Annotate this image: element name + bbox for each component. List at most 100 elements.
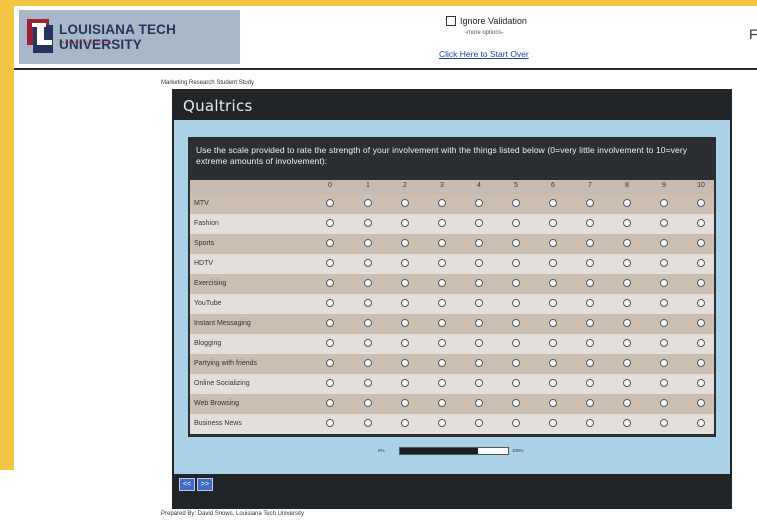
radio-option[interactable] xyxy=(512,219,520,227)
radio-option[interactable] xyxy=(586,219,594,227)
radio-option[interactable] xyxy=(623,359,631,367)
radio-option[interactable] xyxy=(660,279,668,287)
radio-option[interactable] xyxy=(623,239,631,247)
back-button[interactable]: << xyxy=(179,478,195,491)
radio-option[interactable] xyxy=(475,359,483,367)
radio-option[interactable] xyxy=(364,279,372,287)
radio-option[interactable] xyxy=(549,299,557,307)
radio-option[interactable] xyxy=(326,399,334,407)
radio-option[interactable] xyxy=(697,379,705,387)
radio-option[interactable] xyxy=(401,419,409,427)
radio-option[interactable] xyxy=(401,199,409,207)
radio-option[interactable] xyxy=(475,259,483,267)
radio-option[interactable] xyxy=(512,359,520,367)
radio-option[interactable] xyxy=(549,259,557,267)
radio-option[interactable] xyxy=(586,359,594,367)
radio-option[interactable] xyxy=(438,299,446,307)
radio-option[interactable] xyxy=(438,399,446,407)
radio-option[interactable] xyxy=(549,239,557,247)
radio-option[interactable] xyxy=(549,399,557,407)
radio-option[interactable] xyxy=(697,339,705,347)
radio-option[interactable] xyxy=(586,199,594,207)
radio-option[interactable] xyxy=(401,279,409,287)
radio-option[interactable] xyxy=(401,379,409,387)
radio-option[interactable] xyxy=(512,259,520,267)
ignore-validation-checkbox[interactable] xyxy=(446,16,456,26)
radio-option[interactable] xyxy=(660,359,668,367)
radio-option[interactable] xyxy=(438,339,446,347)
radio-option[interactable] xyxy=(512,399,520,407)
radio-option[interactable] xyxy=(438,319,446,327)
radio-option[interactable] xyxy=(697,199,705,207)
radio-option[interactable] xyxy=(364,359,372,367)
radio-option[interactable] xyxy=(549,419,557,427)
radio-option[interactable] xyxy=(438,379,446,387)
radio-option[interactable] xyxy=(475,379,483,387)
radio-option[interactable] xyxy=(623,399,631,407)
radio-option[interactable] xyxy=(586,399,594,407)
radio-option[interactable] xyxy=(438,419,446,427)
radio-option[interactable] xyxy=(549,199,557,207)
radio-option[interactable] xyxy=(326,199,334,207)
radio-option[interactable] xyxy=(512,299,520,307)
radio-option[interactable] xyxy=(438,239,446,247)
radio-option[interactable] xyxy=(623,279,631,287)
radio-option[interactable] xyxy=(660,219,668,227)
radio-option[interactable] xyxy=(623,219,631,227)
radio-option[interactable] xyxy=(364,319,372,327)
radio-option[interactable] xyxy=(364,399,372,407)
radio-option[interactable] xyxy=(326,279,334,287)
radio-option[interactable] xyxy=(401,239,409,247)
radio-option[interactable] xyxy=(401,359,409,367)
radio-option[interactable] xyxy=(623,379,631,387)
radio-option[interactable] xyxy=(475,339,483,347)
radio-option[interactable] xyxy=(438,359,446,367)
radio-option[interactable] xyxy=(697,319,705,327)
radio-option[interactable] xyxy=(475,399,483,407)
radio-option[interactable] xyxy=(326,379,334,387)
radio-option[interactable] xyxy=(660,259,668,267)
radio-option[interactable] xyxy=(364,299,372,307)
radio-option[interactable] xyxy=(660,239,668,247)
radio-option[interactable] xyxy=(326,259,334,267)
radio-option[interactable] xyxy=(326,239,334,247)
radio-option[interactable] xyxy=(475,219,483,227)
radio-option[interactable] xyxy=(660,339,668,347)
radio-option[interactable] xyxy=(549,219,557,227)
radio-option[interactable] xyxy=(401,319,409,327)
radio-option[interactable] xyxy=(623,419,631,427)
radio-option[interactable] xyxy=(475,299,483,307)
radio-option[interactable] xyxy=(660,319,668,327)
next-button[interactable]: >> xyxy=(197,478,213,491)
radio-option[interactable] xyxy=(438,259,446,267)
radio-option[interactable] xyxy=(697,399,705,407)
radio-option[interactable] xyxy=(475,419,483,427)
radio-option[interactable] xyxy=(586,379,594,387)
radio-option[interactable] xyxy=(364,419,372,427)
university-logo[interactable]: LOUISIANA TECH UNIVERSITY RUSTON, LOUISI… xyxy=(19,10,240,64)
radio-option[interactable] xyxy=(623,199,631,207)
radio-option[interactable] xyxy=(586,319,594,327)
radio-option[interactable] xyxy=(364,199,372,207)
radio-option[interactable] xyxy=(401,299,409,307)
radio-option[interactable] xyxy=(401,339,409,347)
radio-option[interactable] xyxy=(364,259,372,267)
radio-option[interactable] xyxy=(660,379,668,387)
radio-option[interactable] xyxy=(586,259,594,267)
radio-option[interactable] xyxy=(586,419,594,427)
more-options-link[interactable]: -more options- xyxy=(465,30,504,36)
radio-option[interactable] xyxy=(623,299,631,307)
radio-option[interactable] xyxy=(660,199,668,207)
radio-option[interactable] xyxy=(364,219,372,227)
radio-option[interactable] xyxy=(697,359,705,367)
radio-option[interactable] xyxy=(512,379,520,387)
radio-option[interactable] xyxy=(512,319,520,327)
radio-option[interactable] xyxy=(697,259,705,267)
radio-option[interactable] xyxy=(623,339,631,347)
start-over-link[interactable]: Click Here to Start Over xyxy=(439,49,529,59)
radio-option[interactable] xyxy=(660,399,668,407)
radio-option[interactable] xyxy=(512,199,520,207)
radio-option[interactable] xyxy=(697,299,705,307)
radio-option[interactable] xyxy=(586,279,594,287)
radio-option[interactable] xyxy=(549,339,557,347)
